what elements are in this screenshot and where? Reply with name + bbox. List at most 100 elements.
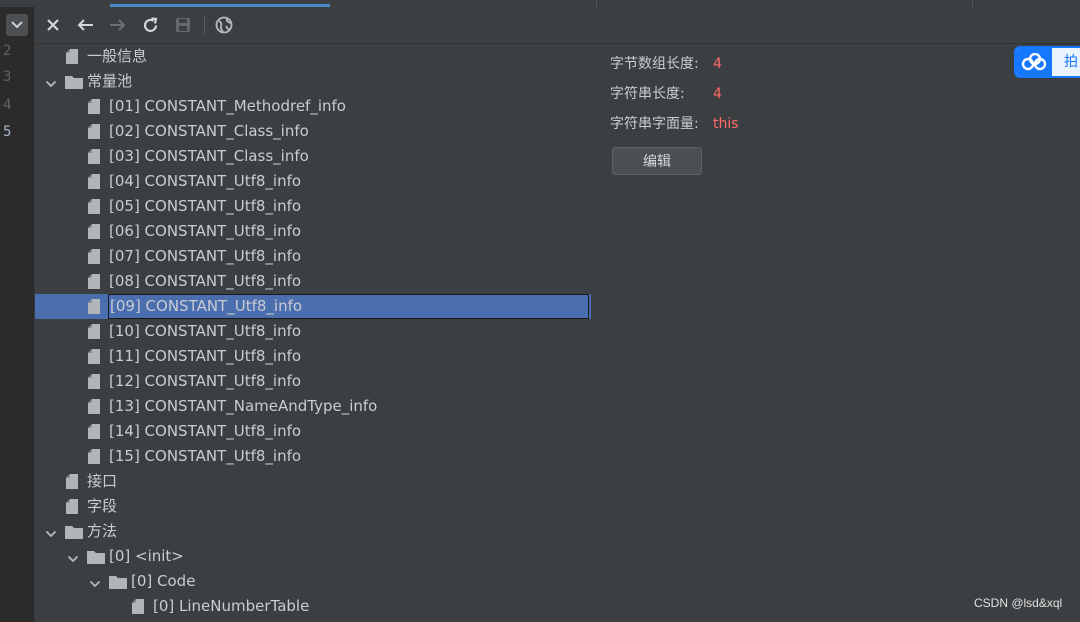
tree-item-label: 字段 <box>87 497 118 515</box>
tool-window-toolbar <box>35 7 1080 44</box>
tree-item[interactable]: [15] CONSTANT_Utf8_info <box>35 444 595 469</box>
tree-item-label: 方法 <box>87 522 118 540</box>
file-icon <box>65 499 79 514</box>
tree-item[interactable]: [11] CONSTANT_Utf8_info <box>35 344 595 369</box>
file-icon <box>87 374 101 389</box>
tree-item-label: [06] CONSTANT_Utf8_info <box>109 222 302 240</box>
watermark: CSDN @lsd&xql <box>974 596 1063 610</box>
tree-item-label: [08] CONSTANT_Utf8_info <box>109 272 302 290</box>
file-icon <box>87 199 101 214</box>
folder-icon <box>87 549 105 564</box>
tree-item-label: [03] CONSTANT_Class_info <box>109 147 309 165</box>
tree-item-label: [0] <init> <box>109 547 184 565</box>
tree-item[interactable]: [10] CONSTANT_Utf8_info <box>35 319 595 344</box>
tree-item[interactable]: 字段 <box>35 494 595 519</box>
forward-arrow-icon <box>110 19 126 31</box>
tree-item[interactable]: [05] CONSTANT_Utf8_info <box>35 194 595 219</box>
byte-length-value: 4 <box>713 56 722 72</box>
tree-item-label: 常量池 <box>87 72 133 90</box>
edit-button[interactable]: 编辑 <box>612 147 702 175</box>
browse-button[interactable] <box>213 14 235 36</box>
tree-item[interactable]: [12] CONSTANT_Utf8_info <box>35 369 595 394</box>
tree-item-label: [05] CONSTANT_Utf8_info <box>109 197 302 215</box>
file-icon <box>87 424 101 439</box>
file-icon <box>65 474 79 489</box>
line-number-gutter: 2 3 4 5 <box>0 7 35 622</box>
chevron-down-icon <box>11 21 23 29</box>
tree-item[interactable]: [02] CONSTANT_Class_info <box>35 119 595 144</box>
literal-value: this <box>713 116 739 132</box>
file-icon <box>87 224 101 239</box>
close-button[interactable] <box>42 14 64 36</box>
tab-separator <box>596 0 597 7</box>
chevron-down-icon[interactable] <box>67 551 79 563</box>
cloud-widget-text: 拍 <box>1064 54 1078 70</box>
tree-item-label: [07] CONSTANT_Utf8_info <box>109 247 302 265</box>
save-icon <box>176 18 190 32</box>
close-icon <box>47 19 59 31</box>
tree-item[interactable]: [03] CONSTANT_Class_info <box>35 144 595 169</box>
chevron-down-icon[interactable] <box>45 76 57 88</box>
file-icon <box>87 324 101 339</box>
line-number: 4 <box>3 97 12 113</box>
tree-item[interactable]: [07] CONSTANT_Utf8_info <box>35 244 595 269</box>
tree-item[interactable]: [14] CONSTANT_Utf8_info <box>35 419 595 444</box>
tree-item[interactable]: 方法 <box>35 519 595 544</box>
editor-tab-strip <box>0 0 1080 7</box>
folder-icon <box>65 74 83 89</box>
folder-icon <box>109 574 127 589</box>
file-icon <box>87 174 101 189</box>
string-length-row: 字符串长度: 4 <box>610 84 722 104</box>
tree-item-label: [13] CONSTANT_NameAndType_info <box>109 397 378 415</box>
tree-item[interactable]: [08] CONSTANT_Utf8_info <box>35 269 595 294</box>
file-icon <box>87 249 101 264</box>
tree-item[interactable]: [0] <init> <box>35 544 595 569</box>
tree-item-label: 一般信息 <box>87 47 148 65</box>
tree-item-label: [0] Code <box>131 572 196 590</box>
literal-row: 字符串字面量: this <box>610 114 739 134</box>
back-button[interactable] <box>74 14 96 36</box>
byte-length-label: 字节数组长度: <box>610 56 699 72</box>
tree-item-label: [04] CONSTANT_Utf8_info <box>109 172 302 190</box>
tree-item[interactable]: 一般信息 <box>35 44 595 69</box>
tree-item[interactable]: [04] CONSTANT_Utf8_info <box>35 169 595 194</box>
tree-item-label: [12] CONSTANT_Utf8_info <box>109 372 302 390</box>
globe-icon <box>215 16 233 34</box>
tree-item[interactable]: [0] Code <box>35 569 595 594</box>
tree-item[interactable]: 常量池 <box>35 69 595 94</box>
line-number: 3 <box>3 69 12 85</box>
cloud-widget[interactable]: 拍 <box>1014 46 1080 78</box>
tree-item-label: [09] CONSTANT_Utf8_info <box>108 294 589 319</box>
file-icon <box>65 49 79 64</box>
tree-item-label: [15] CONSTANT_Utf8_info <box>109 447 302 465</box>
file-icon <box>87 149 101 164</box>
refresh-button[interactable] <box>139 14 161 36</box>
save-button[interactable] <box>172 14 194 36</box>
tree-item[interactable]: [06] CONSTANT_Utf8_info <box>35 219 595 244</box>
tree-item[interactable]: [13] CONSTANT_NameAndType_info <box>35 394 595 419</box>
tree-item[interactable]: [0] LineNumberTable <box>35 594 595 619</box>
file-icon <box>87 399 101 414</box>
tree-item-label: [01] CONSTANT_Methodref_info <box>109 97 346 115</box>
literal-label: 字符串字面量: <box>610 116 699 132</box>
tree-item-label: [14] CONSTANT_Utf8_info <box>109 422 302 440</box>
chevron-down-icon[interactable] <box>45 526 57 538</box>
file-icon <box>87 274 101 289</box>
string-length-label: 字符串长度: <box>610 86 685 102</box>
byte-length-row: 字节数组长度: 4 <box>610 54 722 74</box>
folder-icon <box>65 524 83 539</box>
tree-item-selected[interactable]: [09] CONSTANT_Utf8_info <box>35 294 591 319</box>
dropdown-button[interactable] <box>6 14 28 36</box>
line-number: 2 <box>3 43 12 59</box>
tree-item[interactable]: [01] CONSTANT_Methodref_info <box>35 94 595 119</box>
class-structure-tree[interactable]: 一般信息常量池 [01] CONSTANT_Methodref_info [02] … <box>35 44 595 622</box>
tree-item-label: 接口 <box>87 472 118 490</box>
file-icon <box>87 99 101 114</box>
file-icon <box>87 124 101 139</box>
tree-item-label: [02] CONSTANT_Class_info <box>109 122 309 140</box>
tree-item-label: [10] CONSTANT_Utf8_info <box>109 322 302 340</box>
tree-item-label: [11] CONSTANT_Utf8_info <box>109 347 302 365</box>
chevron-down-icon[interactable] <box>89 576 101 588</box>
forward-button[interactable] <box>107 14 129 36</box>
tree-item[interactable]: 接口 <box>35 469 595 494</box>
